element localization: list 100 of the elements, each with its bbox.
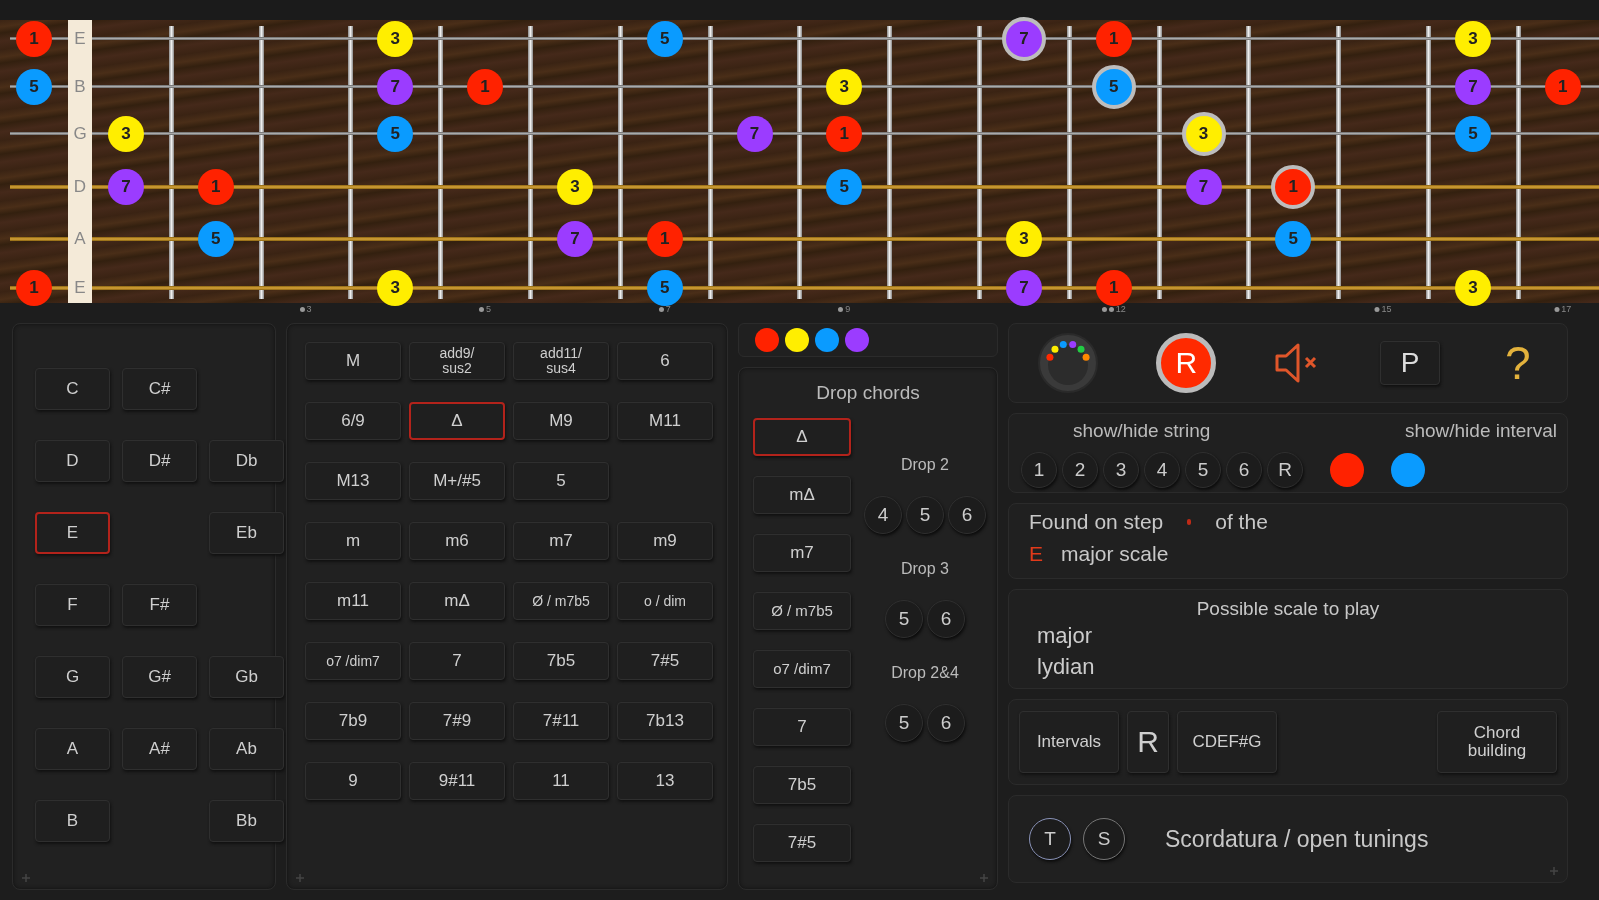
drop-chord-button[interactable]: o7 /dim7 [753,650,851,688]
drop-chord-button[interactable]: 7#5 [753,824,851,862]
root-note-button[interactable]: Db [209,440,284,482]
string-toggle[interactable]: R [1267,452,1303,488]
note-marker[interactable]: 5 [197,221,234,257]
chord-type-button[interactable]: 7b5 [513,642,609,680]
note-marker[interactable]: 1 [646,221,683,257]
drop-chord-button[interactable]: mΔ [753,476,851,514]
chord-type-button[interactable]: m7 [513,522,609,560]
chord-type-button[interactable]: 7#9 [409,702,505,740]
root-note-button[interactable]: Ab [209,728,284,770]
note-marker[interactable]: 1 [826,116,863,152]
root-note-button[interactable]: D# [122,440,197,482]
mode-button[interactable]: Intervals [1019,711,1119,773]
drop-chord-button[interactable]: 7b5 [753,766,851,804]
string-button[interactable]: 6 [927,600,965,638]
string-toggle[interactable]: 2 [1062,452,1098,488]
note-marker[interactable]: 3 [107,116,144,152]
note-marker[interactable]: 1 [467,69,504,105]
chord-building-button[interactable]: Chord building [1437,711,1557,773]
chord-type-button[interactable]: 9#11 [409,762,505,800]
string-toggle[interactable]: 6 [1226,452,1262,488]
note-marker[interactable]: 3 [556,169,593,205]
chord-type-button[interactable]: 7#11 [513,702,609,740]
root-note-button[interactable]: Bb [209,800,284,842]
string-toggle[interactable]: 4 [1144,452,1180,488]
note-marker[interactable]: 1 [16,21,52,57]
note-marker[interactable]: 3 [377,270,414,306]
chord-type-button[interactable]: 6/9 [305,402,401,440]
string-button[interactable]: 4 [864,496,902,534]
string-toggle[interactable]: 5 [1185,452,1221,488]
note-marker[interactable]: 5 [646,21,683,57]
chord-type-button[interactable]: m9 [617,522,713,560]
note-marker[interactable]: 3 [1454,270,1491,306]
chord-type-button[interactable]: M13 [305,462,401,500]
chord-type-button[interactable]: mΔ [409,582,505,620]
tuning-button[interactable]: S [1083,818,1125,860]
mode-button[interactable]: CDEF#G [1177,711,1277,773]
drop-chord-button[interactable]: Δ [753,418,851,456]
scale-item[interactable]: lydian [1009,651,1567,682]
root-note-button[interactable]: Eb [209,512,284,554]
root-note-button[interactable]: C# [122,368,197,410]
chord-type-button[interactable]: 6 [617,342,713,380]
chord-type-button[interactable]: 5 [513,462,609,500]
note-marker[interactable]: 3 [826,69,863,105]
chord-type-button[interactable]: 9 [305,762,401,800]
chord-type-button[interactable]: M9 [513,402,609,440]
chord-type-button[interactable]: 7b13 [617,702,713,740]
interval-toggle[interactable] [1330,453,1364,487]
string-button[interactable]: 6 [927,704,965,742]
drop-chord-button[interactable]: 7 [753,708,851,746]
note-marker[interactable]: 5 [1275,221,1312,257]
chord-type-button[interactable]: m [305,522,401,560]
record-button[interactable]: R [1156,333,1217,393]
note-marker[interactable]: 1 [1544,69,1581,105]
note-marker[interactable]: 5 [1454,116,1491,152]
drop-chord-button[interactable]: m7 [753,534,851,572]
tuning-button[interactable]: T [1029,818,1071,860]
chord-type-button[interactable]: Ø / m7b5 [513,582,609,620]
chord-type-button[interactable]: o / dim [617,582,713,620]
chord-type-button[interactable]: m11 [305,582,401,620]
chord-type-button[interactable]: Δ [409,402,505,440]
scale-item[interactable]: major [1009,620,1567,651]
note-marker[interactable]: 1 [16,270,52,306]
interval-toggle[interactable] [1391,453,1425,487]
chord-type-button[interactable]: add11/ sus4 [513,342,609,380]
chord-type-button[interactable]: 7#5 [617,642,713,680]
string-button[interactable]: 5 [906,496,944,534]
chord-type-button[interactable]: o7 /dim7 [305,642,401,680]
note-marker[interactable]: 1 [1271,165,1316,209]
chord-type-button[interactable]: 7b9 [305,702,401,740]
help-button[interactable]: ? [1496,336,1539,390]
note-marker[interactable]: 3 [377,21,414,57]
string-button[interactable]: 5 [885,600,923,638]
root-note-button[interactable]: D [35,440,110,482]
p-button[interactable]: P [1380,341,1441,385]
root-note-button[interactable]: B [35,800,110,842]
root-note-button[interactable]: A# [122,728,197,770]
root-note-button[interactable]: G# [122,656,197,698]
note-marker[interactable]: 3 [1454,21,1491,57]
color-wheel-knob-icon[interactable] [1037,332,1100,394]
root-note-button[interactable]: F# [122,584,197,626]
root-note-button[interactable]: Gb [209,656,284,698]
note-marker[interactable]: 5 [1091,65,1136,109]
chord-type-button[interactable]: M [305,342,401,380]
string-toggle[interactable]: 3 [1103,452,1139,488]
chord-type-button[interactable]: 11 [513,762,609,800]
chord-type-button[interactable]: M11 [617,402,713,440]
chord-type-button[interactable]: 13 [617,762,713,800]
note-marker[interactable]: 5 [16,69,52,105]
note-marker[interactable]: 3 [1005,221,1042,257]
string-button[interactable]: 5 [885,704,923,742]
note-marker[interactable]: 1 [197,169,234,205]
note-marker[interactable]: 3 [1181,112,1226,156]
chord-type-button[interactable]: add9/ sus2 [409,342,505,380]
chord-type-button[interactable]: m6 [409,522,505,560]
note-marker[interactable]: 1 [1095,270,1132,306]
mode-button[interactable]: R [1127,711,1169,773]
root-note-button[interactable]: C [35,368,110,410]
string-button[interactable]: 6 [948,496,986,534]
